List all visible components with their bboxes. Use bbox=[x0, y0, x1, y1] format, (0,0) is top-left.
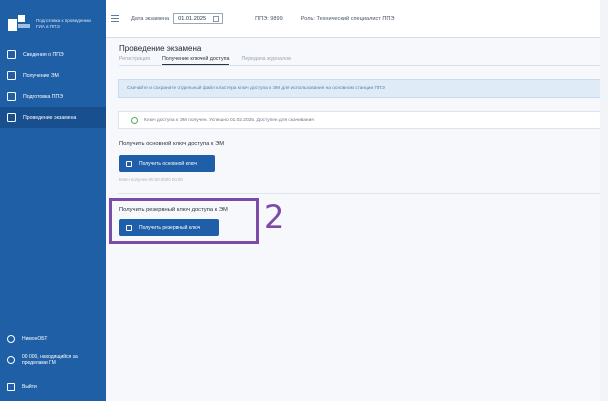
topbar: Дата экзамена 01.01.2025 ППЭ: 9899 Роль:… bbox=[106, 0, 608, 38]
calendar-icon[interactable] bbox=[213, 16, 220, 22]
sidebar-item-get-em[interactable]: Получение ЭМ bbox=[0, 65, 106, 86]
monitor-icon bbox=[7, 50, 16, 59]
success-text: Ключ доступа к ЭМ получен. Успешно 01.02… bbox=[144, 117, 314, 123]
sidebar-bottom: НимонОБТ 00 000, находящийся за пределам… bbox=[0, 331, 106, 401]
role-label: Роль: Технический специалист ППЭ bbox=[300, 15, 395, 22]
logout-icon bbox=[7, 383, 15, 391]
menu-toggle-icon[interactable] bbox=[111, 15, 119, 22]
main-key-hint: Ключ получен 00.00.0000 00:00 bbox=[119, 177, 183, 182]
sidebar-item-exam[interactable]: Проведение экзамена bbox=[0, 107, 106, 128]
logout-button[interactable]: Выйти bbox=[0, 373, 106, 401]
sidebar-item-label: Сведения о ППЭ bbox=[23, 51, 64, 58]
user-name: НимонОБТ bbox=[22, 336, 48, 342]
app-window: Подготовка к проведению ГИА в ППЭ Сведен… bbox=[0, 0, 608, 401]
document-icon bbox=[7, 71, 16, 80]
tabs: Регистрация Получение ключей доступа Пер… bbox=[119, 56, 303, 65]
ppe-label: ППЭ: 9899 bbox=[255, 15, 283, 22]
main-key-label: Получить основной ключ доступа к ЭМ bbox=[119, 141, 225, 147]
page-title: Проведение экзамена bbox=[119, 44, 202, 53]
step-highlight-frame bbox=[109, 198, 259, 244]
location-status: 00 000, находящийся за пределами ГМ bbox=[22, 354, 78, 366]
section-divider bbox=[118, 193, 608, 194]
exam-date-value: 01.01.2025 bbox=[178, 15, 207, 22]
tabs-divider bbox=[119, 65, 608, 66]
date-label: Дата экзамена bbox=[131, 15, 170, 22]
sidebar-item-label: Проведение экзамена bbox=[23, 114, 77, 121]
window-edge bbox=[600, 0, 608, 401]
get-main-key-button-label: Получить основной ключ bbox=[139, 160, 197, 167]
location-info: 00 000, находящийся за пределами ГМ bbox=[0, 347, 106, 373]
exam-date-field[interactable]: 01.01.2025 bbox=[173, 13, 224, 24]
info-banner: Скачайте и сохраните отдельный файл клас… bbox=[118, 79, 606, 98]
user-info[interactable]: НимонОБТ bbox=[0, 331, 106, 347]
tab-journals[interactable]: Передача журналов bbox=[241, 56, 291, 65]
step-number: 2 bbox=[264, 198, 285, 236]
logo: Подготовка к проведению ГИА в ППЭ bbox=[0, 0, 106, 38]
logo-text: Подготовка к проведению ГИА в ППЭ bbox=[36, 18, 91, 29]
sidebar-item-label: Подготовка ППЭ bbox=[23, 93, 63, 100]
location-icon bbox=[7, 356, 15, 364]
calendar-icon bbox=[7, 92, 16, 101]
logo-icon bbox=[8, 14, 30, 33]
lock-icon bbox=[126, 160, 132, 167]
sidebar-item-ppe-info[interactable]: Сведения о ППЭ bbox=[0, 44, 106, 65]
success-message: Ключ доступа к ЭМ получен. Успешно 01.02… bbox=[118, 111, 606, 129]
sidebar-item-label: Получение ЭМ bbox=[23, 72, 59, 79]
document-pen-icon bbox=[7, 113, 16, 122]
tab-registration[interactable]: Регистрация bbox=[119, 56, 150, 65]
tab-access-keys[interactable]: Получение ключей доступа bbox=[161, 56, 230, 65]
sidebar: Подготовка к проведению ГИА в ППЭ Сведен… bbox=[0, 0, 106, 401]
get-main-key-button[interactable]: Получить основной ключ bbox=[119, 155, 215, 172]
logout-label: Выйти bbox=[22, 384, 37, 390]
check-circle-icon bbox=[131, 116, 138, 124]
user-icon bbox=[7, 335, 15, 343]
sidebar-nav: Сведения о ППЭ Получение ЭМ Подготовка П… bbox=[0, 44, 106, 128]
sidebar-item-prepare-ppe[interactable]: Подготовка ППЭ bbox=[0, 86, 106, 107]
